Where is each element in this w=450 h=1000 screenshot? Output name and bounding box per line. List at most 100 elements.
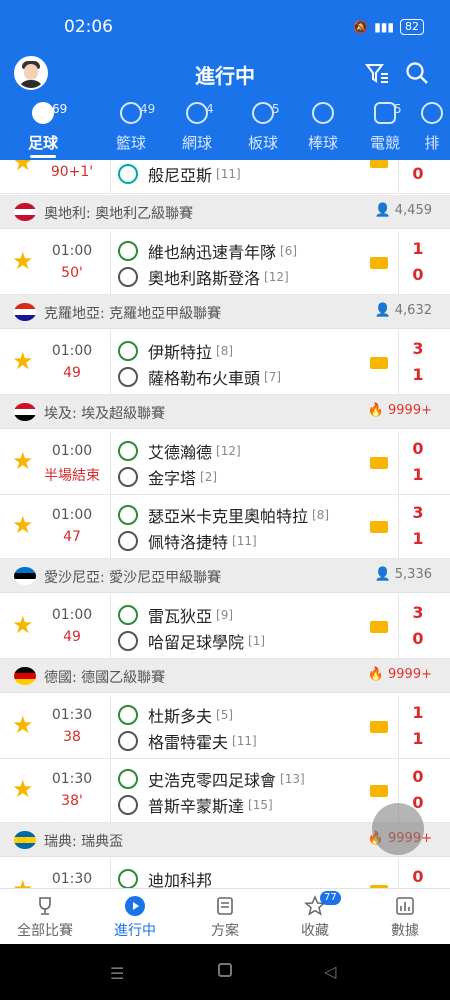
team-rank: [11] — [216, 167, 241, 181]
fire-icon: 🔥 — [367, 403, 389, 418]
league-header[interactable]: 德國: 德國乙級聯賽 🔥 9999+ — [0, 659, 450, 693]
odds-icon[interactable] — [370, 257, 388, 269]
team-badge-icon — [118, 341, 138, 361]
team-rank: [15] — [248, 798, 273, 812]
odds-icon[interactable] — [370, 457, 388, 469]
home-score: 3 — [412, 603, 424, 622]
league-name: 奧地利: 奧地利乙級聯賽 — [44, 206, 194, 222]
home-team: 雷瓦狄亞 [9] — [118, 603, 233, 627]
favorite-star-icon[interactable]: ★ — [12, 247, 34, 275]
home-team: 艾德瀚德 [12] — [118, 439, 241, 463]
tab-label: 網球 — [181, 134, 212, 152]
nav-favorites[interactable]: 77 收藏 — [270, 889, 360, 945]
live-minute: 49 — [63, 365, 81, 381]
away-team: 奧地利路斯登洛 [12] — [118, 265, 289, 289]
match-row[interactable]: ★ 01:30 迪加科邦 0 — [0, 859, 450, 888]
odds-icon[interactable] — [370, 521, 388, 533]
team-rank: [11] — [232, 734, 257, 748]
tab-count: 69 — [52, 102, 68, 116]
home-score: 1 — [412, 703, 424, 722]
team-name: 普斯辛蒙斯達 — [148, 797, 245, 816]
team-name: 杜斯多夫 — [148, 707, 213, 726]
match-row[interactable]: ★ 90+1' 般尼亞斯 [11] 0 — [0, 160, 450, 194]
filter-icon[interactable] — [364, 60, 390, 86]
team-name: 瑟亞米卡克里奧帕特拉 — [148, 507, 309, 526]
favorite-star-icon[interactable]: ★ — [12, 347, 34, 375]
match-row[interactable]: ★ 01:00 50' 維也納迅速青年隊 [6] 奧地利路斯登洛 [12] 1 0 — [0, 231, 450, 295]
favorite-star-icon[interactable]: ★ — [12, 611, 34, 639]
country-flag-icon — [14, 203, 36, 221]
league-header[interactable]: 愛沙尼亞: 愛沙尼亞甲級聯賽 👤 5,336 — [0, 559, 450, 593]
favorite-star-icon[interactable]: ★ — [12, 711, 34, 739]
league-name: 埃及: 埃及超級聯賽 — [44, 406, 166, 422]
tab-label: 足球 — [27, 134, 58, 152]
odds-icon[interactable] — [370, 160, 388, 168]
favorite-star-icon[interactable]: ★ — [12, 447, 34, 475]
tab-label: 籃球 — [115, 134, 146, 152]
search-icon[interactable] — [404, 60, 430, 86]
odds-icon[interactable] — [370, 785, 388, 797]
mute-icon: 🔕 — [353, 20, 369, 34]
status-icons: 🔕 ▮▮▮ 82 — [353, 19, 424, 35]
kickoff-time: 01:30 — [51, 707, 93, 723]
league-header[interactable]: 埃及: 埃及超級聯賽 🔥 9999+ — [0, 395, 450, 429]
team-name: 般尼亞斯 — [148, 166, 213, 185]
tab-count: 4 — [206, 102, 214, 116]
league-header[interactable]: 奧地利: 奧地利乙級聯賽 👤 4,459 — [0, 195, 450, 229]
nav-label: 全部比賽 — [17, 923, 73, 939]
odds-icon[interactable] — [370, 721, 388, 733]
match-list[interactable]: ★ 90+1' 般尼亞斯 [11] 0 奧地利: 奧地利乙級聯賽 👤 4,459 ★… — [0, 160, 450, 888]
nav-data[interactable]: 數據 — [360, 889, 450, 945]
league-header[interactable]: 克羅地亞: 克羅地亞甲級聯賽 👤 4,632 — [0, 295, 450, 329]
tab-volleyball[interactable]: 排 — [414, 100, 450, 160]
tab-count: 5 — [394, 102, 402, 116]
home-icon[interactable] — [218, 963, 232, 977]
tab-count: 5 — [272, 102, 280, 116]
home-score: 1 — [412, 239, 424, 258]
home-team: 伊斯特拉 [8] — [118, 339, 233, 363]
user-icon: 👤 — [374, 303, 395, 318]
home-team: 維也納迅速青年隊 [6] — [118, 239, 297, 263]
odds-icon[interactable] — [370, 357, 388, 369]
kickoff-time: 01:00 — [51, 343, 93, 359]
menu-icon[interactable]: ☰ — [110, 964, 124, 983]
favorite-star-icon[interactable]: ★ — [12, 160, 34, 176]
team-badge-icon — [118, 531, 138, 551]
match-row[interactable]: ★ 01:00 半場結束 艾德瀚德 [12] 金字塔 [2] 0 1 — [0, 431, 450, 495]
odds-icon[interactable] — [370, 621, 388, 633]
team-name: 伊斯特拉 — [148, 343, 213, 362]
match-row[interactable]: ★ 01:00 47 瑟亞米卡克里奧帕特拉 [8] 佩特洛捷特 [11] 3 1 — [0, 495, 450, 559]
away-team: 格雷特霍夫 [11] — [118, 729, 257, 753]
nav-label: 收藏 — [301, 923, 329, 939]
battery-icon: 82 — [400, 19, 424, 35]
home-score: 3 — [412, 339, 424, 358]
away-score: 0 — [412, 265, 424, 284]
team-badge-icon — [118, 631, 138, 651]
nav-live[interactable]: 進行中 — [90, 889, 180, 945]
match-row[interactable]: ★ 01:30 38 杜斯多夫 [5] 格雷特霍夫 [11] 1 1 — [0, 695, 450, 759]
nav-all-matches[interactable]: 全部比賽 — [0, 889, 90, 945]
match-row[interactable]: ★ 01:00 49 雷瓦狄亞 [9] 哈留足球學院 [1] 3 0 — [0, 595, 450, 659]
away-team: 薩格勒布火車頭 [7] — [118, 365, 281, 389]
watch-count: 👤 4,632 — [374, 303, 432, 318]
play-circle-icon — [125, 896, 145, 916]
tab-esports[interactable]: 5 電競 — [350, 100, 420, 160]
team-badge-icon — [118, 505, 138, 525]
tab-basketball[interactable]: 49 籃球 — [96, 100, 166, 160]
tab-baseball[interactable]: 棒球 — [288, 100, 358, 160]
match-row[interactable]: ★ 01:00 49 伊斯特拉 [8] 薩格勒布火車頭 [7] 3 1 — [0, 331, 450, 395]
team-name: 艾德瀚德 — [148, 443, 213, 462]
team-rank: [7] — [264, 370, 282, 384]
favorite-star-icon[interactable]: ★ — [12, 775, 34, 803]
tab-football[interactable]: 69 足球 — [8, 100, 78, 160]
away-score: 1 — [412, 729, 424, 748]
favorite-star-icon[interactable]: ★ — [12, 875, 34, 888]
tab-label: 電競 — [369, 134, 400, 152]
nav-plans[interactable]: 方案 — [180, 889, 270, 945]
tab-tennis[interactable]: 4 網球 — [162, 100, 232, 160]
team-badge-icon — [118, 605, 138, 625]
back-icon[interactable]: ◁ — [324, 962, 336, 981]
favorite-star-icon[interactable]: ★ — [12, 511, 34, 539]
watch-value: 4,459 — [394, 203, 432, 218]
floating-action-button[interactable] — [372, 803, 424, 855]
